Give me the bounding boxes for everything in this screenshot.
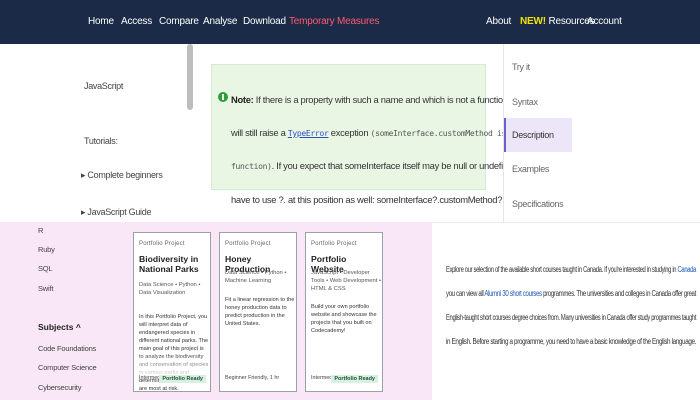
note-label: Note: xyxy=(231,94,254,105)
nav-download[interactable]: Download xyxy=(243,15,286,29)
language-item[interactable]: R xyxy=(38,226,43,235)
project-card[interactable]: Portfolio Project Portfolio Website Java… xyxy=(305,232,383,392)
paragraph-text: Explore our selection of the available s… xyxy=(446,265,677,274)
note-line-4: have to use ?. at this position as well:… xyxy=(231,194,511,205)
subjects-toggle[interactable]: Subjects ^ xyxy=(38,322,81,332)
sidebar-item-label: JavaScript Guide xyxy=(87,207,152,217)
sidebar-link-javascript[interactable]: JavaScript xyxy=(84,81,123,91)
card-title: Biodiversity in National Parks xyxy=(139,254,199,274)
docs-section: JavaScript Tutorials: ▸ Complete beginne… xyxy=(0,44,700,222)
info-icon xyxy=(218,92,228,102)
card-subtitle: Data Science • Python • Data Visualizati… xyxy=(139,282,201,296)
note-text: If there is a property with such a name … xyxy=(255,94,534,105)
paragraph-text: programmes. The universities and college… xyxy=(543,289,696,298)
nav-account[interactable]: Account xyxy=(587,15,622,29)
note-line-1: Note: If there is a property with such a… xyxy=(231,94,545,107)
chevron-up-icon: ^ xyxy=(75,322,81,332)
project-card[interactable]: Portfolio Project Biodiversity in Nation… xyxy=(133,232,211,392)
nav-home[interactable]: Home xyxy=(88,15,114,29)
sidebar-item-label: Complete beginners xyxy=(87,170,163,180)
subjects-heading: Subjects xyxy=(38,322,74,332)
note-text: will still raise a xyxy=(231,127,286,138)
nav-resources[interactable]: NEW! Resources xyxy=(520,15,595,29)
card-tag: Portfolio Project xyxy=(311,241,357,247)
card-tag: Portfolio Project xyxy=(139,241,185,247)
sidebar-heading-tutorials: Tutorials: xyxy=(84,136,118,146)
new-badge: NEW! xyxy=(520,16,546,27)
paragraph-text: you can view all xyxy=(446,289,484,298)
sidebar-item-js-guide[interactable]: ▸ JavaScript Guide xyxy=(81,207,151,218)
language-item[interactable]: Swift xyxy=(38,284,53,293)
toc-item-specifications[interactable]: Specifications xyxy=(512,199,564,209)
portfolio-ready-badge: Portfolio Ready xyxy=(159,375,206,383)
subject-item[interactable]: Code Foundations xyxy=(38,344,96,353)
sidebar-scrollbar[interactable] xyxy=(187,44,193,110)
nav-analyse[interactable]: Analyse xyxy=(203,15,237,29)
card-tag: Portfolio Project xyxy=(225,241,271,247)
typeerror-link[interactable]: TypeError xyxy=(288,129,329,138)
toc-panel: Try it Syntax Description Examples Speci… xyxy=(503,44,700,222)
subject-item[interactable]: Cybersecurity xyxy=(38,383,81,392)
sidebar-item-complete-beginners[interactable]: ▸ Complete beginners xyxy=(81,170,163,181)
page: Home Access Compare Analyse Download Tem… xyxy=(0,0,700,400)
toc-item-try-it[interactable]: Try it xyxy=(512,62,530,72)
paragraph-line: in English. Before starting a programme,… xyxy=(446,337,697,346)
top-navigation: Home Access Compare Analyse Download Tem… xyxy=(0,0,700,44)
language-item[interactable]: Ruby xyxy=(38,245,55,254)
card-subtitle: JavaScript • Developer Tools • Web Devel… xyxy=(311,270,382,292)
project-card[interactable]: Portfolio Project Honey Production Data … xyxy=(219,232,297,392)
nav-about[interactable]: About xyxy=(486,15,511,29)
canada-link[interactable]: Canada xyxy=(678,265,697,274)
language-item[interactable]: SQL xyxy=(38,264,53,273)
note-code: function) xyxy=(231,162,272,171)
toc-item-examples[interactable]: Examples xyxy=(512,164,549,174)
card-meta: Beginner Friendly, 1 hr xyxy=(225,375,280,381)
nav-temporary-measures[interactable]: Temporary Measures xyxy=(289,15,380,29)
paragraph-line: English-taught short courses degree choi… xyxy=(446,313,697,322)
note-line-2: will still raise a TypeError exception (… xyxy=(231,127,533,140)
card-subtitle: Data Science • Python • Machine Learning xyxy=(225,270,287,284)
study-info-section: Explore our selection of the available s… xyxy=(432,222,700,400)
nav-compare[interactable]: Compare xyxy=(159,15,199,29)
note-text: . If you expect that someInterface itsel… xyxy=(271,160,537,171)
card-description: Build your own portfolio website and sho… xyxy=(311,304,377,334)
toc-item-syntax[interactable]: Syntax xyxy=(512,97,538,107)
note-line-3: function). If you expect that someInterf… xyxy=(231,160,537,173)
short-courses-link[interactable]: Alumni 30 short courses xyxy=(484,289,542,298)
paragraph-line: Explore our selection of the available s… xyxy=(446,265,696,275)
toc-item-description[interactable]: Description xyxy=(512,130,554,140)
nav-access[interactable]: Access xyxy=(121,15,152,29)
subject-item[interactable]: Computer Science xyxy=(38,363,97,372)
note-text: exception xyxy=(330,127,369,138)
portfolio-ready-badge: Portfolio Ready xyxy=(331,375,378,383)
paragraph-line: you can view all Alumni 30 short courses… xyxy=(446,289,696,299)
catalog-section: R Ruby SQL Swift Subjects ^ Code Foundat… xyxy=(0,222,432,400)
card-description: Fit a linear regression to the honey pro… xyxy=(225,297,295,327)
